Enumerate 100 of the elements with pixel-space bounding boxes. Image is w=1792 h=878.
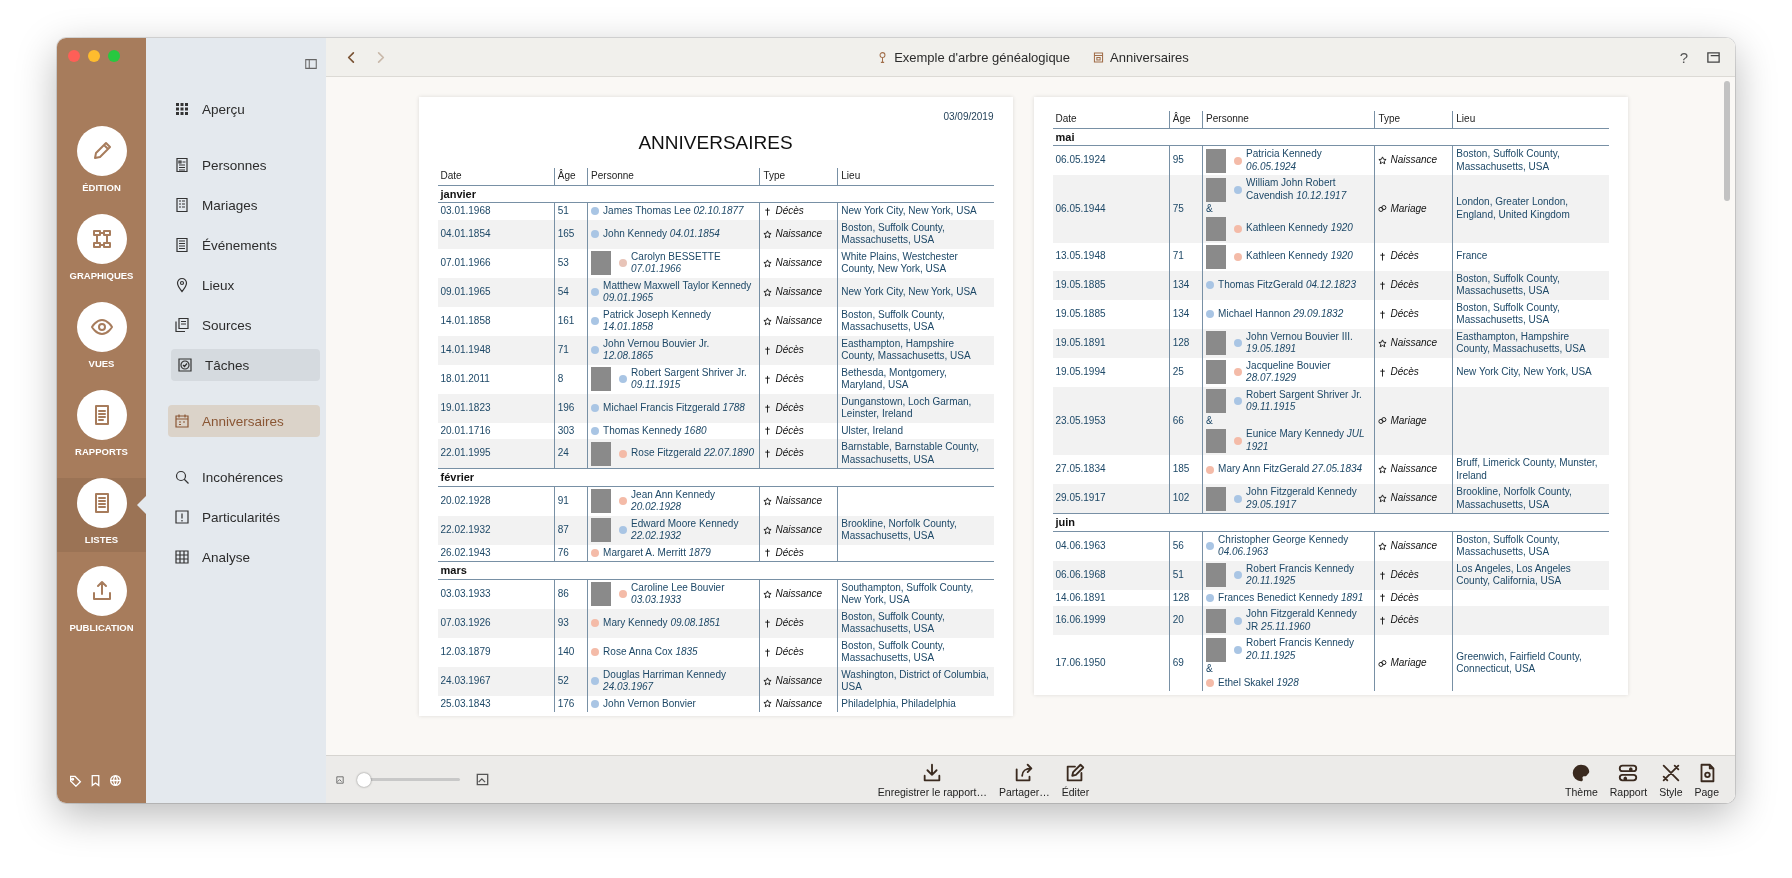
- person-name[interactable]: Mary Ann FitzGerald 27.05.1834: [1218, 463, 1372, 476]
- date-cell: 19.05.1885: [1052, 270, 1170, 300]
- scroll-thumb[interactable]: [1724, 81, 1730, 201]
- list-document-icon: [174, 197, 190, 213]
- mode-button[interactable]: GRAPHIQUES: [57, 214, 146, 288]
- place-text[interactable]: Boston, Suffolk County, Massachusetts, USA: [1456, 148, 1606, 173]
- person-name[interactable]: Eunice Mary Kennedy JUL 1921: [1246, 428, 1372, 453]
- person-name[interactable]: Michael Hannon 29.09.1832: [1218, 307, 1372, 321]
- rings-icon: [1378, 204, 1388, 214]
- sidebar-item[interactable]: Aperçu: [168, 93, 320, 125]
- slider-thumb[interactable]: [357, 772, 372, 787]
- place-text[interactable]: Boston, Suffolk County, Massachusetts, USA: [841, 308, 991, 334]
- person-name[interactable]: Robert Sargent Shriver Jr. 09.11.1915: [631, 366, 757, 392]
- person-name[interactable]: Kathleen Kennedy 1920: [1246, 250, 1372, 263]
- toolbar-button[interactable]: Rapport: [1607, 761, 1650, 798]
- date-cell: 19.05.1994: [1052, 357, 1170, 387]
- close-button[interactable]: [68, 50, 80, 62]
- breadcrumb-item[interactable]: Anniversaires: [1092, 49, 1189, 65]
- mode-button[interactable]: PUBLICATION: [57, 566, 146, 640]
- sidebar-item[interactable]: Anniversaires: [168, 405, 320, 437]
- person-name[interactable]: Robert Sargent Shriver Jr. 09.11.1915: [1246, 388, 1372, 414]
- sidebar-item[interactable]: Mariages: [168, 189, 320, 221]
- window-icon[interactable]: [1706, 49, 1721, 65]
- zoom-button[interactable]: [108, 50, 120, 62]
- person-name[interactable]: William John Robert Cavendish 10.12.1917: [1246, 177, 1372, 202]
- age-cell: 66: [1169, 386, 1203, 455]
- place-text[interactable]: Greenwich, Fairfield County, Connecticut, USA: [1456, 650, 1606, 676]
- place-text[interactable]: New York City, New York, USA: [841, 205, 991, 218]
- toolbar-button[interactable]: Thème: [1563, 761, 1600, 798]
- place-text[interactable]: Bethesda, Montgomery, Maryland, USA: [841, 366, 991, 392]
- place-text[interactable]: Bruff, Limerick County, Munster, Ireland: [1456, 457, 1606, 482]
- date-cell: 25.03.1843: [437, 695, 555, 712]
- globe-icon[interactable]: [109, 774, 122, 787]
- mode-button[interactable]: RAPPORTS: [57, 390, 146, 464]
- place-text[interactable]: New York City, New York, USA: [1456, 365, 1606, 379]
- person-name[interactable]: Patricia Kennedy 06.05.1924: [1246, 148, 1372, 173]
- person-name[interactable]: Kathleen Kennedy 1920: [1246, 222, 1372, 235]
- person-name[interactable]: Robert Francis Kennedy 20.11.1925: [1246, 637, 1372, 662]
- toolbar-button[interactable]: Enregistrer le rapport…: [875, 761, 989, 798]
- month-heading: juin: [1052, 513, 1609, 531]
- event-type: Naissance: [775, 227, 823, 241]
- place-text[interactable]: Boston, Suffolk County, Massachusetts, USA: [1456, 533, 1606, 559]
- event-type: Naissance: [775, 523, 823, 537]
- person-name[interactable]: Ethel Skakel 1928: [1218, 676, 1372, 689]
- person-name[interactable]: Carolyn BESSETTE 07.01.1966: [631, 250, 757, 276]
- sidebar-item[interactable]: Tâches: [171, 349, 320, 381]
- toolbar-button[interactable]: Partager…: [996, 761, 1052, 798]
- date-cell: 19.01.1823: [437, 393, 555, 423]
- date-cell: 19.05.1891: [1052, 328, 1170, 358]
- dagger-icon: [1378, 367, 1388, 377]
- event-type: Décès: [1390, 250, 1419, 263]
- person-name[interactable]: Christopher George Kennedy 04.06.1963: [1218, 533, 1372, 559]
- tag-icon[interactable]: [69, 774, 82, 787]
- place-text[interactable]: White Plains, Westchester County, New York, USA: [841, 250, 991, 276]
- sidebar-item[interactable]: Sources: [168, 309, 320, 341]
- mode-button[interactable]: VUES: [57, 302, 146, 376]
- event-type: Décès: [1390, 591, 1419, 604]
- sidebar-item[interactable]: Incohérences: [168, 461, 320, 493]
- help-button[interactable]: ?: [1679, 48, 1688, 66]
- event-type: Décès: [775, 424, 804, 437]
- sidebar-item[interactable]: Événements: [168, 229, 320, 261]
- toolbar-button[interactable]: Style: [1657, 761, 1685, 798]
- breadcrumb-item[interactable]: Exemple d'arbre généalogique: [876, 49, 1071, 65]
- place-text[interactable]: France: [1456, 250, 1606, 263]
- place-text[interactable]: Philadelphia, Philadelphia: [841, 697, 991, 710]
- person-name[interactable]: Jean Ann Kennedy 20.02.1928: [631, 488, 757, 514]
- minimize-button[interactable]: [88, 50, 100, 62]
- large-image-icon: [476, 773, 489, 786]
- person-name[interactable]: Thomas Kennedy 1680: [603, 424, 757, 437]
- date-cell: 14.01.1858: [437, 306, 555, 336]
- star-icon: [1378, 494, 1388, 503]
- person-name[interactable]: Patrick Joseph Kennedy 14.01.1858: [603, 308, 757, 334]
- sidebar-toggle-icon[interactable]: [304, 56, 318, 71]
- date-cell: 12.03.1879: [437, 637, 555, 667]
- age-cell: 102: [1169, 484, 1203, 514]
- mode-button[interactable]: LISTES: [57, 478, 146, 552]
- dagger-icon: [763, 206, 773, 216]
- person-name[interactable]: John Vernon Bonvier: [603, 697, 757, 710]
- sidebar-item[interactable]: Personnes: [168, 149, 320, 181]
- place-text[interactable]: Boston, Suffolk County, Massachusetts, USA: [1456, 301, 1606, 327]
- bookmark-icon[interactable]: [89, 774, 102, 787]
- mode-button[interactable]: ÉDITION: [57, 126, 146, 200]
- toolbar-button[interactable]: Éditer: [1059, 761, 1092, 798]
- person-name[interactable]: Jacqueline Bouvier 28.07.1929: [1246, 359, 1372, 385]
- place-text[interactable]: Southampton, Suffolk County, New York, USA: [841, 581, 991, 607]
- edit-icon: [1064, 761, 1087, 784]
- sidebar-item[interactable]: Lieux: [168, 269, 320, 301]
- place-text[interactable]: Boston, Suffolk County, Massachusetts, USA: [841, 639, 991, 665]
- star-icon: [763, 316, 773, 326]
- person-name[interactable]: James Thomas Lee 02.10.1877: [603, 205, 757, 218]
- toolbar-button[interactable]: Page: [1692, 761, 1721, 798]
- sidebar-item[interactable]: Analyse: [168, 541, 320, 573]
- person-name[interactable]: Margaret A. Merritt 1879: [603, 546, 757, 559]
- person-name[interactable]: Rose Anna Cox 1835: [603, 645, 757, 659]
- dagger-icon: [763, 647, 773, 657]
- person-name[interactable]: Frances Benedict Kennedy 1891: [1218, 591, 1372, 604]
- sidebar-item[interactable]: Particularités: [168, 501, 320, 533]
- person-name[interactable]: Caroline Lee Bouvier 03.03.1933: [631, 581, 757, 607]
- event-type: Naissance: [1390, 492, 1438, 505]
- place-text[interactable]: Ulster, Ireland: [841, 424, 991, 437]
